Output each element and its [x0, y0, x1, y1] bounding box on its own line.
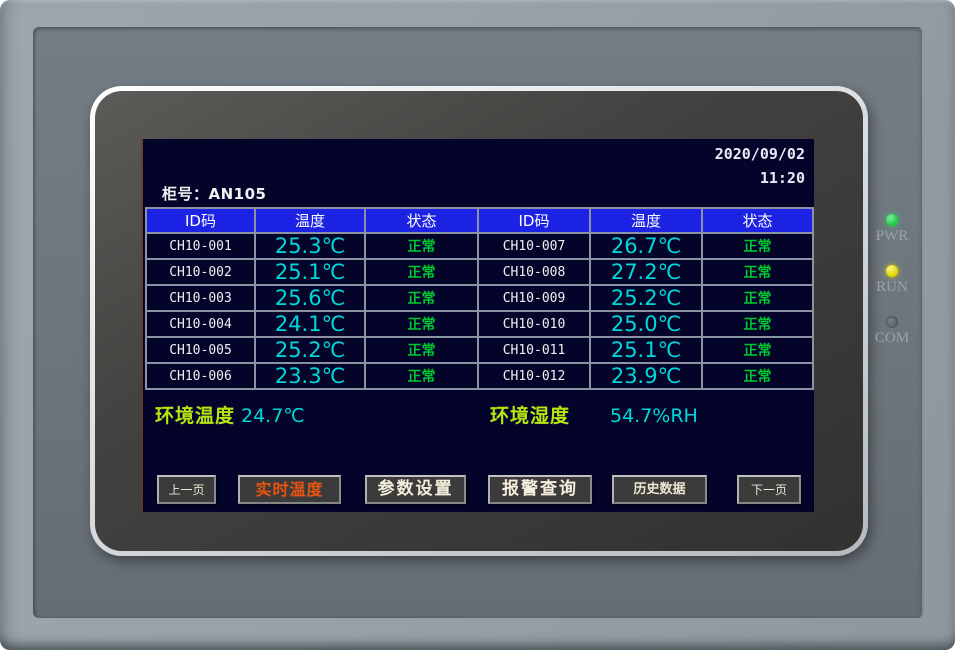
ambient-humidity-label: 环境湿度 [490, 403, 570, 429]
run-led-label: RUN [864, 279, 920, 296]
channel-id: CH10-011 [478, 337, 590, 363]
status-value: 正常 [702, 337, 813, 363]
ambient-humidity-value: 54.7%RH [610, 403, 698, 429]
channel-id: CH10-003 [146, 285, 255, 311]
temperature-value: 23.3℃ [255, 363, 365, 389]
column-header: 状态 [702, 208, 813, 233]
history-data-button[interactable]: 历史数据 [612, 475, 707, 504]
table-row: CH10-00424.1℃正常CH10-01025.0℃正常 [146, 311, 813, 337]
power-led-label: PWR [864, 228, 920, 245]
status-value: 正常 [365, 337, 478, 363]
com-led-icon [886, 316, 898, 328]
led-com: COM [864, 316, 920, 347]
table-row: CH10-00225.1℃正常CH10-00827.2℃正常 [146, 259, 813, 285]
temperature-value: 25.3℃ [255, 233, 365, 259]
channel-id: CH10-007 [478, 233, 590, 259]
param-settings-button[interactable]: 参数设置 [365, 475, 466, 504]
screen-bezel: 2020/09/02 11:20 柜号：AN105 ID码温度状态ID码温度状态… [95, 91, 863, 551]
com-led-label: COM [864, 330, 920, 347]
channel-id: CH10-008 [478, 259, 590, 285]
channel-id: CH10-002 [146, 259, 255, 285]
temperature-value: 25.1℃ [590, 337, 702, 363]
channel-id: CH10-012 [478, 363, 590, 389]
column-header: 温度 [255, 208, 365, 233]
realtime-temp-button[interactable]: 实时温度 [238, 475, 341, 504]
temperature-value: 26.7℃ [590, 233, 702, 259]
led-run: RUN [864, 265, 920, 296]
lcd-screen: 2020/09/02 11:20 柜号：AN105 ID码温度状态ID码温度状态… [143, 139, 814, 512]
ambient-temp-label: 环境温度 [155, 403, 235, 429]
run-led-icon [886, 265, 898, 277]
table-row: CH10-00525.2℃正常CH10-01125.1℃正常 [146, 337, 813, 363]
temperature-value: 25.1℃ [255, 259, 365, 285]
channel-id: CH10-006 [146, 363, 255, 389]
cabinet-label: 柜号：AN105 [162, 183, 266, 204]
ambient-temp-value: 24.7℃ [241, 403, 305, 429]
temperature-value: 25.2℃ [255, 337, 365, 363]
table-row: CH10-00125.3℃正常CH10-00726.7℃正常 [146, 233, 813, 259]
table-row: CH10-00325.6℃正常CH10-00925.2℃正常 [146, 285, 813, 311]
status-value: 正常 [365, 363, 478, 389]
channel-id: CH10-009 [478, 285, 590, 311]
power-led-icon [886, 214, 898, 226]
temperature-value: 24.1℃ [255, 311, 365, 337]
temperature-value: 25.6℃ [255, 285, 365, 311]
alarm-query-button[interactable]: 报警查询 [488, 475, 592, 504]
temperature-value: 25.2℃ [590, 285, 702, 311]
hmi-device-frame: 2020/09/02 11:20 柜号：AN105 ID码温度状态ID码温度状态… [0, 0, 955, 650]
channel-id: CH10-001 [146, 233, 255, 259]
channel-id: CH10-010 [478, 311, 590, 337]
status-value: 正常 [365, 233, 478, 259]
status-value: 正常 [702, 363, 813, 389]
led-panel: PWR RUN COM [864, 214, 920, 367]
column-header: ID码 [146, 208, 255, 233]
column-header: 温度 [590, 208, 702, 233]
status-value: 正常 [702, 259, 813, 285]
date-text: 2020/09/02 [715, 142, 805, 166]
column-header: ID码 [478, 208, 590, 233]
status-value: 正常 [365, 285, 478, 311]
column-header: 状态 [365, 208, 478, 233]
temperature-value: 27.2℃ [590, 259, 702, 285]
status-value: 正常 [365, 311, 478, 337]
status-value: 正常 [702, 233, 813, 259]
next-page-button[interactable]: 下一页 [737, 475, 801, 504]
prev-page-button[interactable]: 上一页 [157, 475, 216, 504]
table-row: CH10-00623.3℃正常CH10-01223.9℃正常 [146, 363, 813, 389]
time-text: 11:20 [715, 166, 805, 190]
channel-table: ID码温度状态ID码温度状态 CH10-00125.3℃正常CH10-00726… [145, 207, 814, 390]
status-value: 正常 [365, 259, 478, 285]
temperature-value: 23.9℃ [590, 363, 702, 389]
channel-id: CH10-005 [146, 337, 255, 363]
led-pwr: PWR [864, 214, 920, 245]
datetime-display: 2020/09/02 11:20 [715, 142, 805, 190]
screen-module: 2020/09/02 11:20 柜号：AN105 ID码温度状态ID码温度状态… [90, 86, 868, 556]
channel-id: CH10-004 [146, 311, 255, 337]
status-value: 正常 [702, 285, 813, 311]
ambient-row: 环境温度 24.7℃ 环境湿度 54.7%RH [143, 403, 814, 429]
table-header-row: ID码温度状态ID码温度状态 [146, 208, 813, 233]
temperature-value: 25.0℃ [590, 311, 702, 337]
nav-bar: 上一页 实时温度 参数设置 报警查询 历史数据 下一页 [143, 475, 814, 506]
status-value: 正常 [702, 311, 813, 337]
